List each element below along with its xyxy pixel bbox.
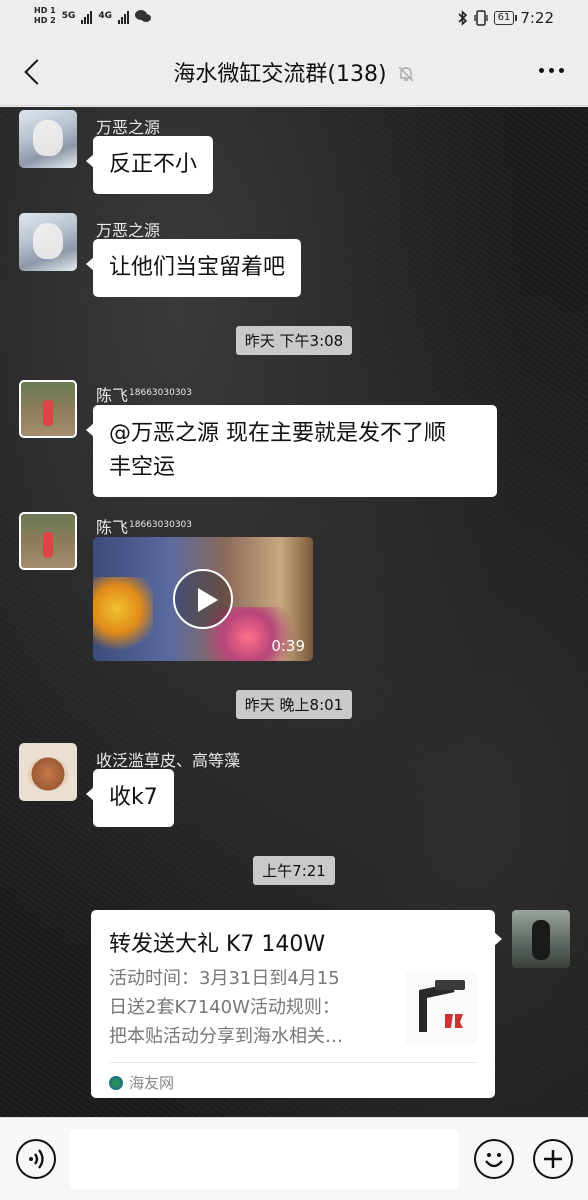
link-card-desc-line: 日送2套K7140W活动规则： — [109, 997, 340, 1018]
link-card-desc-line: 把本贴活动分享到海水相关… — [109, 1026, 343, 1047]
video-message[interactable]: 0:39 — [93, 537, 313, 661]
plus-icon — [544, 1150, 562, 1168]
input-bar — [0, 1117, 588, 1200]
shared-link-card[interactable]: 转发送大礼 K7 140W 活动时间：3月31日到4月15 日送2套K7140W… — [91, 910, 502, 1098]
avatar[interactable] — [19, 213, 77, 271]
divider — [109, 1062, 477, 1063]
sender-name: 陈飞18663030303 — [96, 382, 192, 406]
message-bubble[interactable]: 反正不小 — [85, 136, 214, 194]
sender-name: 收泛滥草皮、高等藻 — [96, 751, 241, 770]
sender-name: 陈飞18663030303 — [96, 514, 192, 538]
timestamp-text: 上午7:21 — [253, 856, 335, 885]
voice-icon — [29, 1149, 44, 1169]
message-line: 丰空运 — [109, 455, 176, 480]
signal-icon — [81, 8, 93, 24]
vibrate-icon — [473, 10, 488, 26]
timestamp: 昨天 晚上8:01 — [0, 690, 588, 719]
link-card-desc-line: 活动时间：3月31日到4月15 — [109, 968, 340, 989]
status-right: 61 7:22 — [458, 9, 554, 27]
emoji-icon — [485, 1153, 503, 1168]
chat-messages-area[interactable]: 万恶之源 反正不小 万恶之源 让他们当宝留着吧 昨天 下午3:08 陈飞1866… — [0, 107, 588, 1117]
video-duration: 0:39 — [271, 637, 305, 655]
avatar[interactable] — [19, 110, 77, 168]
timestamp: 上午7:21 — [0, 856, 588, 885]
link-card-description: 活动时间：3月31日到4月15 日送2套K7140W活动规则： 把本贴活动分享到… — [109, 964, 379, 1051]
link-card-title: 转发送大礼 K7 140W — [109, 932, 326, 957]
clock: 7:22 — [520, 9, 554, 27]
message-line: @万恶之源 现在主要就是发不了顺 — [109, 421, 446, 446]
network-indicators: HD 1 HD 2 5G 4G — [34, 6, 151, 26]
timestamp: 昨天 下午3:08 — [0, 326, 588, 355]
avatar[interactable] — [19, 380, 77, 438]
sender-phone: 18663030303 — [129, 520, 193, 530]
my-avatar[interactable] — [512, 910, 570, 968]
more-options-button[interactable] — [539, 68, 564, 73]
hd-labels: HD 1 HD 2 — [34, 6, 56, 26]
chat-title-text: 海水微缸交流群(138) — [173, 62, 387, 87]
sender-name-text: 陈飞 — [96, 386, 129, 405]
network-5g-label: 5G — [61, 11, 76, 21]
voice-button[interactable] — [16, 1139, 56, 1179]
sender-name: 万恶之源 — [96, 221, 161, 240]
wechat-icon — [135, 10, 151, 22]
sender-name-text: 陈飞 — [96, 518, 129, 537]
timestamp-text: 昨天 下午3:08 — [235, 326, 353, 355]
emoji-button[interactable] — [474, 1139, 514, 1179]
battery-icon: 61 — [493, 11, 518, 25]
link-card-thumbnail — [405, 972, 477, 1044]
timestamp-text: 昨天 晚上8:01 — [235, 690, 353, 719]
status-bar: HD 1 HD 2 5G 4G 61 7:22 — [0, 0, 588, 38]
avatar[interactable] — [19, 743, 77, 801]
message-bubble[interactable]: 让他们当宝留着吧 — [85, 239, 302, 297]
source-logo-icon — [109, 1075, 123, 1090]
more-functions-button[interactable] — [533, 1139, 573, 1179]
message-bubble[interactable]: @万恶之源 现在主要就是发不了顺 丰空运 — [86, 405, 497, 497]
play-icon[interactable] — [173, 569, 233, 629]
source-name: 海友网 — [129, 1074, 175, 1092]
mute-bell-icon — [398, 66, 414, 82]
network-4g-label: 4G — [98, 11, 112, 21]
message-bubble[interactable]: 收k7 — [86, 769, 174, 827]
video-thumbnail-detail — [93, 577, 153, 657]
sender-phone: 18663030303 — [129, 388, 193, 398]
link-card-source: 海友网 — [109, 1072, 174, 1093]
message-input[interactable] — [70, 1129, 459, 1189]
chat-title: 海水微缸交流群(138) — [0, 56, 588, 88]
hd1-label: HD 1 — [34, 6, 56, 15]
signal-icon-2 — [118, 8, 129, 24]
sender-name: 万恶之源 — [96, 118, 161, 137]
hd2-label: HD 2 — [34, 16, 56, 25]
bluetooth-icon — [458, 10, 467, 26]
avatar[interactable] — [19, 512, 77, 570]
title-bar: 海水微缸交流群(138) — [0, 38, 588, 106]
